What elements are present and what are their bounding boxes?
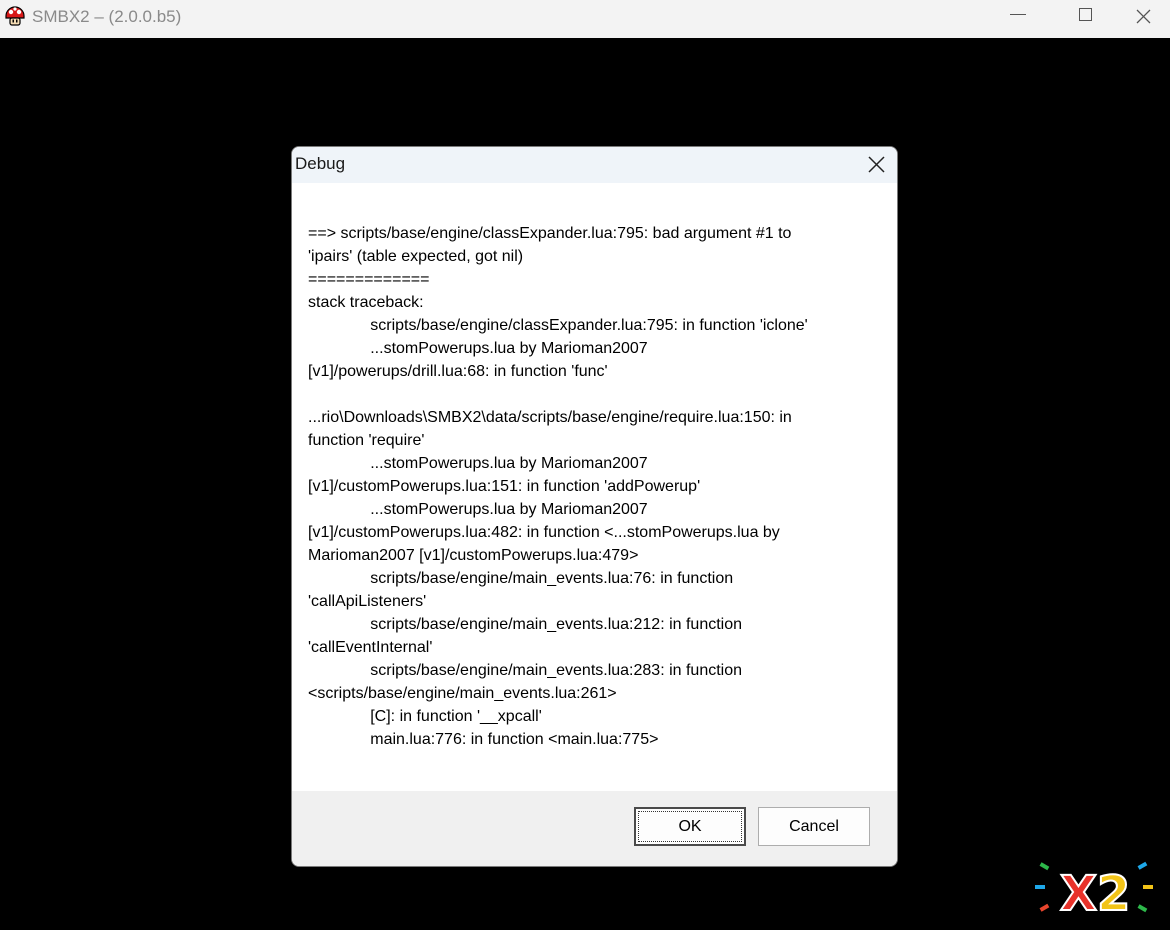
debug-dialog: Debug ==> scripts/base/engine/classExpan… bbox=[291, 146, 898, 867]
minimize-button[interactable] bbox=[993, 0, 1043, 32]
mushroom-icon bbox=[5, 6, 25, 26]
smbx2-logo: X2 bbox=[1035, 861, 1153, 918]
minimize-icon bbox=[1010, 14, 1026, 15]
maximize-button[interactable] bbox=[1062, 0, 1112, 32]
window-titlebar: SMBX2 – (2.0.0.b5) bbox=[0, 0, 1170, 38]
dialog-close-button[interactable] bbox=[847, 147, 897, 181]
ok-button[interactable]: OK bbox=[634, 807, 746, 846]
window-close-button[interactable] bbox=[1120, 0, 1170, 32]
dialog-footer: OK Cancel bbox=[292, 791, 897, 866]
window-title: SMBX2 – (2.0.0.b5) bbox=[32, 7, 182, 26]
cancel-button[interactable]: Cancel bbox=[758, 807, 870, 846]
maximize-icon bbox=[1079, 8, 1092, 21]
logo-x: X2 bbox=[1060, 866, 1130, 918]
dialog-title: Debug bbox=[295, 154, 346, 173]
error-message: ==> scripts/base/engine/classExpander.lu… bbox=[308, 225, 808, 748]
close-icon bbox=[868, 156, 885, 173]
dialog-titlebar: Debug bbox=[292, 147, 897, 183]
close-icon bbox=[1136, 9, 1151, 24]
